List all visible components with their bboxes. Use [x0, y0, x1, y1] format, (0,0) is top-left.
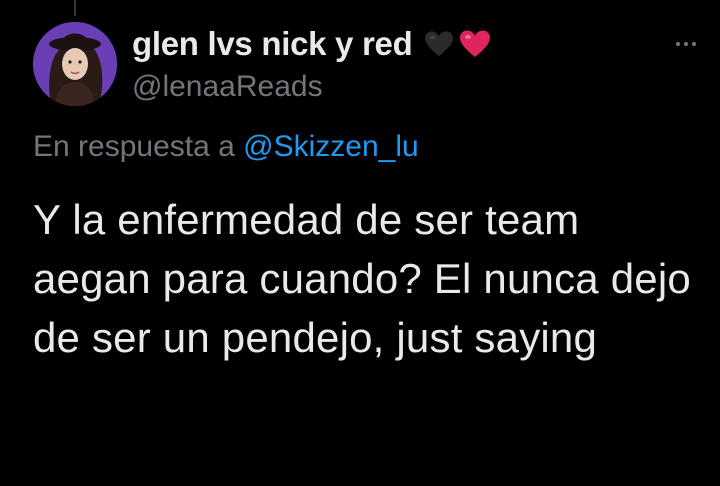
more-options-button[interactable] [668, 34, 704, 54]
name-row: glen lvs nick y red [132, 24, 700, 64]
reply-prefix: En respuesta a [33, 130, 244, 163]
user-handle[interactable]: @lenaaReads [132, 70, 700, 104]
red-heart-icon [460, 30, 491, 57]
avatar-illustration [33, 22, 117, 106]
name-emojis [424, 29, 492, 59]
display-name[interactable]: glen lvs nick y red [132, 25, 413, 63]
avatar[interactable] [33, 22, 117, 106]
reply-mention-link[interactable]: @Skizzen_lu [243, 130, 419, 163]
tweet-header: glen lvs nick y red @lenaaReads [132, 24, 700, 104]
more-options-icon-dot [684, 42, 688, 46]
tweet-text: Y la enfermedad de ser team aegan para c… [33, 196, 691, 361]
black-heart-icon [425, 31, 454, 57]
more-options-icon [676, 42, 680, 46]
thread-connector-line [74, 0, 76, 16]
reply-context: En respuesta a @Skizzen_lu [33, 130, 419, 164]
more-options-icon-dot [692, 42, 696, 46]
